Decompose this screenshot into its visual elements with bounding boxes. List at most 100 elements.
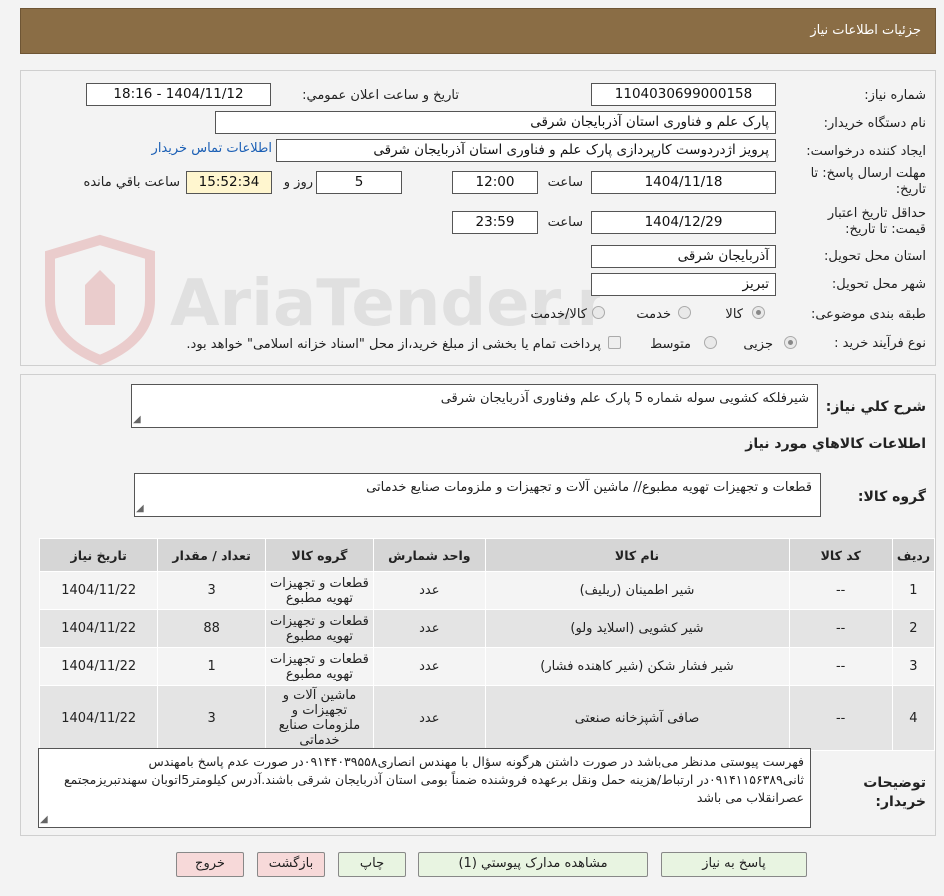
category-option-both: کالا/خدمت	[530, 307, 587, 322]
cell-code: --	[788, 647, 893, 686]
reply-button[interactable]: پاسخ به نیاز	[661, 852, 807, 877]
cell-code: --	[788, 685, 893, 751]
validity-time-label: ساعت	[547, 215, 583, 230]
page-title: جزئیات اطلاعات نیاز	[810, 23, 921, 38]
creator-label: ایجاد کننده درخواست:	[806, 144, 926, 159]
category-radio-goods[interactable]	[752, 306, 765, 319]
cell-unit: عدد	[373, 571, 486, 610]
cell-code: --	[788, 571, 893, 610]
days-label: روز و	[283, 175, 313, 190]
remaining-label: ساعت باقي مانده	[83, 175, 180, 190]
table-row: 2 -- شیر کشویی (اسلاید ولو) عدد قطعات و …	[38, 609, 936, 648]
cell-group: قطعات و تجهیزات تهویه مطبوع	[264, 647, 375, 686]
need-number-label: شماره نیاز:	[864, 88, 926, 103]
announce-field: 1404/11/12 - 18:16	[86, 83, 271, 106]
col-header-row: ردیف	[891, 538, 936, 572]
items-table: ردیف کد کالا نام کالا واحد شمارش گروه کا…	[38, 538, 936, 751]
process-option-medium: متوسط	[650, 337, 691, 352]
cell-date: 1404/11/22	[38, 647, 159, 686]
resize-grip-icon[interactable]: ◢	[136, 503, 144, 514]
province-label: استان محل تحویل:	[824, 249, 926, 264]
back-button[interactable]: بازگشت	[257, 852, 325, 877]
cell-name: شیر اطمینان (ریلیف)	[484, 571, 790, 610]
days-field: 5	[316, 171, 402, 194]
print-button[interactable]: چاپ	[338, 852, 406, 877]
page-header: جزئیات اطلاعات نیاز	[20, 8, 936, 54]
city-field: تبریز	[591, 273, 776, 296]
creator-field: پرویز اژدردوست کارپردازی پارک علم و فناو…	[276, 139, 776, 162]
cell-unit: عدد	[373, 685, 486, 751]
summary-text: شیرفلکه کشویی سوله شماره 5 پارک علم وفنا…	[440, 391, 809, 406]
cell-date: 1404/11/22	[38, 609, 159, 648]
goods-group-label: گروه کالا:	[857, 489, 926, 505]
buyer-org-field: پارک علم و فناوری استان آذربایجان شرقی	[215, 111, 776, 134]
table-row: 4 -- صافی آشپزخانه صنعتی عدد ماشین آلات …	[38, 685, 936, 751]
col-header-qty: تعداد / مقدار	[157, 538, 266, 572]
table-header-row: ردیف کد کالا نام کالا واحد شمارش گروه کا…	[38, 538, 936, 572]
buyer-contact-link[interactable]: اطلاعات تماس خریدار	[152, 141, 272, 156]
cell-code: --	[788, 609, 893, 648]
summary-textarea[interactable]: شیرفلکه کشویی سوله شماره 5 پارک علم وفنا…	[131, 384, 818, 428]
cell-row: 4	[891, 685, 936, 751]
attachments-button[interactable]: مشاهده مدارک پیوستي (1)	[418, 852, 648, 877]
process-label: نوع فرآیند خرید :	[834, 336, 926, 351]
cell-row: 1	[891, 571, 936, 610]
cell-qty: 88	[157, 609, 266, 648]
col-header-date: تاریخ نیاز	[38, 538, 159, 572]
items-table-wrap: ردیف کد کالا نام کالا واحد شمارش گروه کا…	[38, 538, 936, 751]
summary-label: شرح کلي نیاز:	[825, 399, 926, 415]
cell-qty: 1	[157, 647, 266, 686]
cell-unit: عدد	[373, 647, 486, 686]
cell-group: قطعات و تجهیزات تهویه مطبوع	[264, 609, 375, 648]
shield-icon	[45, 234, 155, 366]
process-radio-minor[interactable]	[784, 336, 797, 349]
deadline-label: مهلت ارسال پاسخ: تا تاریخ:	[810, 166, 926, 197]
cell-name: شیر فشار شکن (شیر کاهنده فشار)	[484, 647, 790, 686]
col-header-code: کد کالا	[788, 538, 893, 572]
need-number-field: 1104030699000158	[591, 83, 776, 106]
buyer-org-label: نام دستگاه خریدار:	[823, 116, 926, 131]
cell-date: 1404/11/22	[38, 571, 159, 610]
cell-group: ماشین آلات و تجهیزات و ملزومات صنایع خدم…	[264, 685, 375, 751]
category-label: طبقه بندی موضوعی:	[810, 307, 926, 322]
announce-label: تاریخ و ساعت اعلان عمومي:	[302, 88, 459, 103]
col-header-group: گروه کالا	[264, 538, 375, 572]
remaining-time-field: 15:52:34	[186, 171, 272, 194]
table-row: 1 -- شیر اطمینان (ریلیف) عدد قطعات و تجه…	[38, 571, 936, 610]
cell-name: شیر کشویی (اسلاید ولو)	[484, 609, 790, 648]
category-radio-service[interactable]	[678, 306, 691, 319]
resize-grip-icon[interactable]: ◢	[133, 414, 141, 425]
cell-group: قطعات و تجهیزات تهویه مطبوع	[264, 571, 375, 610]
validity-label: حداقل تاریخ اعتبار قیمت: تا تاریخ:	[827, 206, 926, 237]
category-option-goods: کالا	[725, 307, 743, 322]
payment-note: پرداخت تمام یا بخشی از مبلغ خرید،از محل …	[186, 337, 601, 352]
deadline-date-field: 1404/11/18	[591, 171, 776, 194]
goods-info-title: اطلاعات کالاهاي مورد نیاز	[745, 436, 926, 452]
goods-group-textarea[interactable]: قطعات و تجهیزات تهویه مطبوع// ماشین آلات…	[134, 473, 821, 517]
cell-name: صافی آشپزخانه صنعتی	[484, 685, 790, 751]
treasury-checkbox[interactable]	[608, 336, 621, 349]
cell-row: 3	[891, 647, 936, 686]
process-option-minor: جزیی	[743, 337, 773, 352]
cell-qty: 3	[157, 571, 266, 610]
city-label: شهر محل تحویل:	[831, 277, 926, 292]
notes-text: فهرست پیوستی مدنظر می‌باشد در صورت داشتن…	[63, 754, 804, 805]
resize-grip-icon[interactable]: ◢	[40, 814, 48, 825]
category-radio-both[interactable]	[592, 306, 605, 319]
cell-date: 1404/11/22	[38, 685, 159, 751]
col-header-name: نام کالا	[484, 538, 790, 572]
goods-group-text: قطعات و تجهیزات تهویه مطبوع// ماشین آلات…	[366, 480, 812, 495]
cell-qty: 3	[157, 685, 266, 751]
province-field: آذربایجان شرقی	[591, 245, 776, 268]
cell-row: 2	[891, 609, 936, 648]
watermark-text: AriaTender.net	[170, 267, 600, 341]
table-row: 3 -- شیر فشار شکن (شیر کاهنده فشار) عدد …	[38, 647, 936, 686]
notes-textarea[interactable]: فهرست پیوستی مدنظر می‌باشد در صورت داشتن…	[38, 748, 811, 828]
exit-button[interactable]: خروج	[176, 852, 244, 877]
deadline-time-label: ساعت	[547, 175, 583, 190]
cell-unit: عدد	[373, 609, 486, 648]
col-header-unit: واحد شمارش	[373, 538, 486, 572]
process-radio-medium[interactable]	[704, 336, 717, 349]
deadline-time-field: 12:00	[452, 171, 538, 194]
validity-time-field: 23:59	[452, 211, 538, 234]
